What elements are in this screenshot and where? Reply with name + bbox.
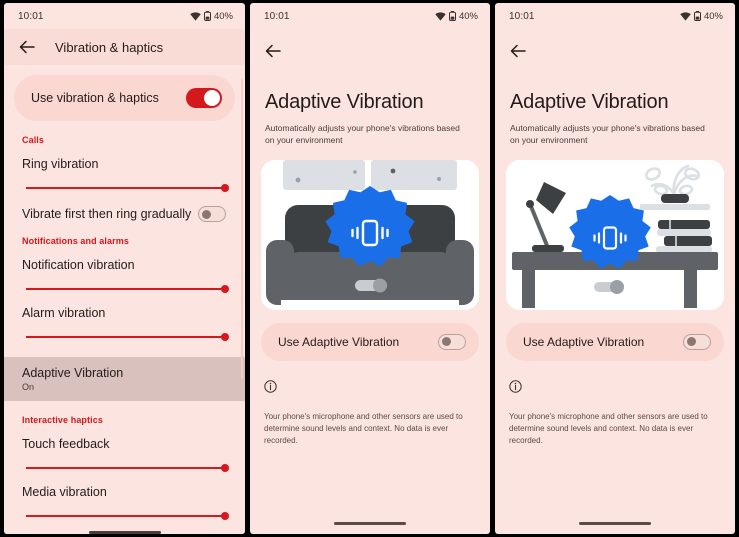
back-arrow-icon[interactable] [263, 41, 283, 61]
privacy-info-text: Your phone's microphone and other sensor… [264, 411, 463, 446]
master-toggle-switch[interactable] [186, 88, 222, 108]
battery-icon [693, 11, 701, 21]
use-adaptive-vibration-row[interactable]: Use Adaptive Vibration [506, 322, 724, 361]
home-indicator [88, 531, 161, 534]
master-toggle-row[interactable]: Use vibration & haptics [14, 75, 235, 121]
slider-knob[interactable] [221, 332, 229, 341]
row-label-touch-feedback: Touch feedback [22, 437, 110, 451]
status-bar: 10:01 40% [495, 3, 735, 29]
section-header-interactive-haptics: Interactive haptics [22, 415, 103, 425]
phone-screen-vibration-haptics: 10:01 40% Vibration & haptics Use vibrat… [4, 3, 245, 534]
info-icon [495, 361, 735, 398]
use-adaptive-vibration-toggle[interactable] [683, 333, 711, 350]
page-title: Adaptive Vibration [265, 91, 424, 113]
row-vibrate-first-then-ring[interactable]: Vibrate first then ring gradually [4, 196, 245, 222]
master-toggle-label: Use vibration & haptics [31, 91, 159, 105]
screenshot-panels: 10:01 40% Vibration & haptics Use vibrat… [0, 0, 739, 537]
slider-knob[interactable] [221, 511, 229, 520]
couch-scene-illustration [261, 159, 479, 310]
slider-touch-feedback[interactable] [26, 460, 229, 476]
app-bar: Vibration & haptics [4, 29, 245, 65]
status-bar: 10:01 40% [4, 3, 245, 29]
info-icon [250, 361, 490, 398]
section-header-notifications: Notifications and alarms [22, 236, 129, 246]
vibrate-first-toggle-switch[interactable] [198, 206, 226, 222]
row-label-vibrate-first: Vibrate first then ring gradually [22, 207, 192, 221]
page-title: Adaptive Vibration [510, 91, 669, 113]
app-bar [250, 29, 490, 73]
slider-notification-vibration[interactable] [26, 281, 229, 297]
page-title: Vibration & haptics [55, 39, 164, 55]
phone-screen-adaptive-vibration-desk: 10:01 40% Adaptive Vibration Automatical… [495, 3, 735, 534]
slider-knob[interactable] [221, 463, 229, 472]
status-bar: 10:01 40% [250, 3, 490, 29]
slider-track [26, 187, 225, 189]
row-adaptive-vibration[interactable]: Adaptive Vibration On [4, 357, 245, 401]
row-label-alarm-vibration: Alarm vibration [22, 306, 106, 320]
use-adaptive-vibration-toggle[interactable] [438, 333, 466, 350]
slider-knob[interactable] [221, 183, 229, 192]
status-time: 10:01 [264, 10, 290, 22]
app-bar [495, 29, 735, 73]
slider-track [26, 515, 225, 517]
status-time: 10:01 [509, 10, 535, 22]
status-indicators: 40% [435, 11, 478, 22]
section-header-calls: Calls [22, 135, 45, 145]
scrollbar[interactable] [240, 79, 243, 379]
status-indicators: 40% [680, 11, 723, 22]
use-adaptive-vibration-row[interactable]: Use Adaptive Vibration [261, 322, 479, 361]
battery-icon [203, 11, 211, 21]
slider-alarm-vibration[interactable] [26, 329, 229, 345]
slider-track [26, 288, 225, 290]
home-indicator [579, 522, 651, 525]
row-label-ring-vibration: Ring vibration [22, 157, 99, 171]
page-subtitle: Automatically adjusts your phone's vibra… [265, 123, 460, 146]
wifi-icon [190, 11, 201, 21]
settings-list: Use vibration & haptics Calls Ring vibra… [4, 75, 245, 534]
page-subtitle: Automatically adjusts your phone's vibra… [510, 123, 705, 146]
slider-track [26, 336, 225, 338]
slider-ring-vibration[interactable] [26, 180, 229, 196]
adaptive-vibration-state: On [22, 382, 35, 392]
wifi-icon [435, 11, 446, 21]
phone-screen-adaptive-vibration-couch: 10:01 40% Adaptive Vibration Automatical… [250, 3, 490, 534]
back-arrow-icon[interactable] [17, 37, 37, 57]
battery-percent: 40% [703, 10, 723, 22]
use-adaptive-vibration-label: Use Adaptive Vibration [278, 334, 400, 349]
status-indicators: 40% [190, 11, 233, 22]
privacy-info-text: Your phone's microphone and other sensor… [509, 411, 708, 446]
slider-knob[interactable] [221, 284, 229, 293]
back-arrow-icon[interactable] [508, 41, 528, 61]
use-adaptive-vibration-label: Use Adaptive Vibration [523, 334, 645, 349]
slider-media-vibration[interactable] [26, 508, 229, 524]
row-label-media-vibration: Media vibration [22, 485, 107, 499]
battery-icon [448, 11, 456, 21]
status-time: 10:01 [18, 10, 44, 22]
wifi-icon [680, 11, 691, 21]
row-label-notification-vibration: Notification vibration [22, 258, 135, 272]
battery-percent: 40% [458, 10, 478, 22]
slider-track [26, 467, 225, 469]
desk-scene-illustration [506, 159, 724, 310]
battery-percent: 40% [213, 10, 233, 22]
adaptive-vibration-title: Adaptive Vibration [22, 366, 124, 380]
home-indicator [334, 522, 406, 525]
